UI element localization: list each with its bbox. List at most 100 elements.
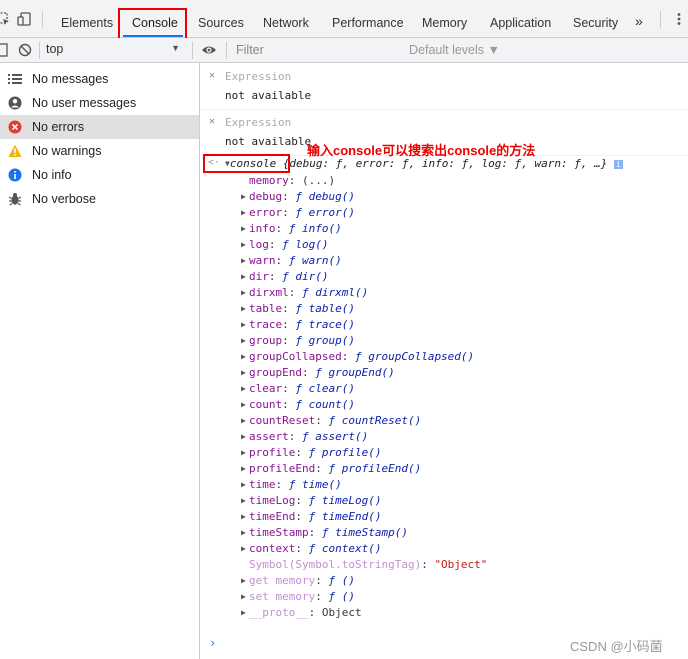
property-key: warn [249,254,276,267]
log-levels-dropdown[interactable]: Default levels ▼ [409,43,500,57]
expand-triangle-icon[interactable]: ▶ [241,368,249,377]
property-row[interactable]: ▶ dirxml: ƒ dirxml() [241,286,368,302]
inspect-element-icon[interactable] [0,12,10,26]
property-row[interactable]: ▶ get memory: ƒ () [241,574,355,590]
property-row[interactable]: ▶ group: ƒ group() [241,334,355,350]
sidebar-item-errors[interactable]: No errors [0,115,199,139]
expand-triangle-icon[interactable]: ▶ [241,288,249,297]
property-value: ƒ assert() [302,430,369,443]
expand-triangle-icon[interactable]: ▶ [241,544,249,553]
tab-memory[interactable]: Memory [422,16,467,30]
expand-triangle-icon[interactable]: ▶ [241,448,249,457]
property-row[interactable]: ▶ info: ƒ info() [241,222,342,238]
sidebar-item-messages[interactable]: No messages [0,67,199,91]
expand-triangle-icon[interactable]: ▶ [241,256,249,265]
close-icon[interactable]: ✕ [209,70,215,81]
property-row[interactable]: ▶ assert: ƒ assert() [241,430,368,446]
sidebar-item-label: No info [32,168,72,182]
expand-triangle-icon[interactable]: ▶ [241,320,249,329]
property-key: assert [249,430,289,443]
expand-triangle-icon[interactable]: ▶ [241,608,249,617]
property-row[interactable]: ▶ groupCollapsed: ƒ groupCollapsed() [241,350,474,366]
tab-network[interactable]: Network [263,16,309,30]
expand-triangle-icon[interactable]: ▶ [241,272,249,281]
more-tabs-icon[interactable]: » [635,13,643,29]
property-row[interactable]: ▶ groupEnd: ƒ groupEnd() [241,366,395,382]
expand-triangle-icon[interactable]: ▶ [241,512,249,521]
console-toolbar: top ▼ Default levels ▼ [0,38,688,63]
expression-label: Expression [225,116,292,129]
property-row[interactable]: ▶ __proto__: Object [241,606,362,622]
dropdown-arrow-icon: ▼ [171,43,180,53]
sidebar-item-verbose[interactable]: No verbose [0,187,199,211]
expand-triangle-icon[interactable]: ▶ [241,304,249,313]
property-row[interactable]: ▶ debug: ƒ debug() [241,190,355,206]
expand-triangle-icon[interactable]: ▶ [241,496,249,505]
object-name: console [229,157,277,170]
expand-triangle-icon[interactable]: ▶ [241,416,249,425]
property-row[interactable]: ▶ countReset: ƒ countReset() [241,414,421,430]
tab-security[interactable]: Security [573,16,618,30]
expand-triangle-icon[interactable]: ▶ [241,432,249,441]
property-row[interactable]: ▶ clear: ƒ clear() [241,382,355,398]
property-colon: : [282,190,296,203]
tab-elements[interactable]: Elements [61,16,113,30]
info-badge-icon[interactable]: i [613,160,623,169]
property-row[interactable]: ▶ profile: ƒ profile() [241,446,381,462]
sidebar-item-user-messages[interactable]: No user messages [0,91,199,115]
expand-triangle-icon[interactable]: ▶ [241,208,249,217]
expand-triangle-icon[interactable]: ▶ [241,400,249,409]
expand-triangle-icon[interactable]: ▶ [241,336,249,345]
context-select[interactable]: top ▼ [46,42,186,58]
expand-triangle-icon[interactable]: ▶ [241,192,249,201]
property-value[interactable]: (...) [302,174,335,187]
tab-performance[interactable]: Performance [332,16,404,30]
result-arrow-icon: <· [208,157,221,168]
property-row: Symbol(Symbol.toStringTag): "Object" [241,558,487,574]
more-options-icon[interactable] [672,12,686,26]
console-sidebar: No messages No user messages No errors N… [0,63,200,659]
expand-triangle-icon[interactable]: ▶ [241,352,249,361]
expand-triangle-icon[interactable]: ▶ [241,224,249,233]
sidebar-item-warnings[interactable]: No warnings [0,139,199,163]
expand-triangle-icon[interactable]: ▶ [241,480,249,489]
property-row[interactable]: ▶ log: ƒ log() [241,238,328,254]
property-row[interactable]: ▶ dir: ƒ dir() [241,270,328,286]
console-prompt-caret-icon[interactable]: › [209,636,216,650]
clear-console-icon[interactable] [18,43,32,57]
property-row[interactable]: ▶ timeStamp: ƒ timeStamp() [241,526,408,542]
expand-triangle-icon[interactable]: ▶ [241,240,249,249]
live-expression-eye-icon[interactable] [201,43,217,57]
sidebar-item-info[interactable]: No info [0,163,199,187]
expression-value: not available [225,89,312,102]
property-row[interactable]: ▶ count: ƒ count() [241,398,355,414]
property-value: ƒ group() [295,334,355,347]
tab-application[interactable]: Application [490,16,551,30]
property-value: ƒ groupCollapsed() [354,350,475,363]
tab-sources[interactable]: Sources [198,16,244,30]
property-row[interactable]: ▶ error: ƒ error() [241,206,355,222]
tab-console[interactable]: Console [132,16,178,30]
expand-triangle-icon[interactable]: ▶ [241,576,249,585]
property-row[interactable]: ▶ context: ƒ context() [241,542,381,558]
property-colon: : [288,174,302,187]
expand-triangle-icon[interactable]: ▶ [241,592,249,601]
expand-triangle-icon[interactable]: ▶ [241,528,249,537]
close-icon[interactable]: ✕ [209,116,215,127]
expand-triangle-icon[interactable]: ▶ [241,384,249,393]
property-value: ƒ profileEnd() [328,462,422,475]
property-row[interactable]: ▶ trace: ƒ trace() [241,318,355,334]
property-key: countReset [249,414,316,427]
sidebar-toggle-icon[interactable] [0,43,8,57]
property-row[interactable]: ▶ set memory: ƒ () [241,590,355,606]
filter-input[interactable] [232,41,410,59]
property-row[interactable]: ▶ timeLog: ƒ timeLog() [241,494,381,510]
property-value: ƒ timeEnd() [308,510,382,523]
property-row[interactable]: ▶ warn: ƒ warn() [241,254,342,270]
expand-triangle-icon[interactable]: ▶ [241,464,249,473]
property-row[interactable]: ▶ profileEnd: ƒ profileEnd() [241,462,421,478]
property-row[interactable]: ▶ table: ƒ table() [241,302,355,318]
property-row[interactable]: ▶ time: ƒ time() [241,478,342,494]
device-toolbar-icon[interactable] [17,12,31,26]
property-row[interactable]: ▶ timeEnd: ƒ timeEnd() [241,510,381,526]
